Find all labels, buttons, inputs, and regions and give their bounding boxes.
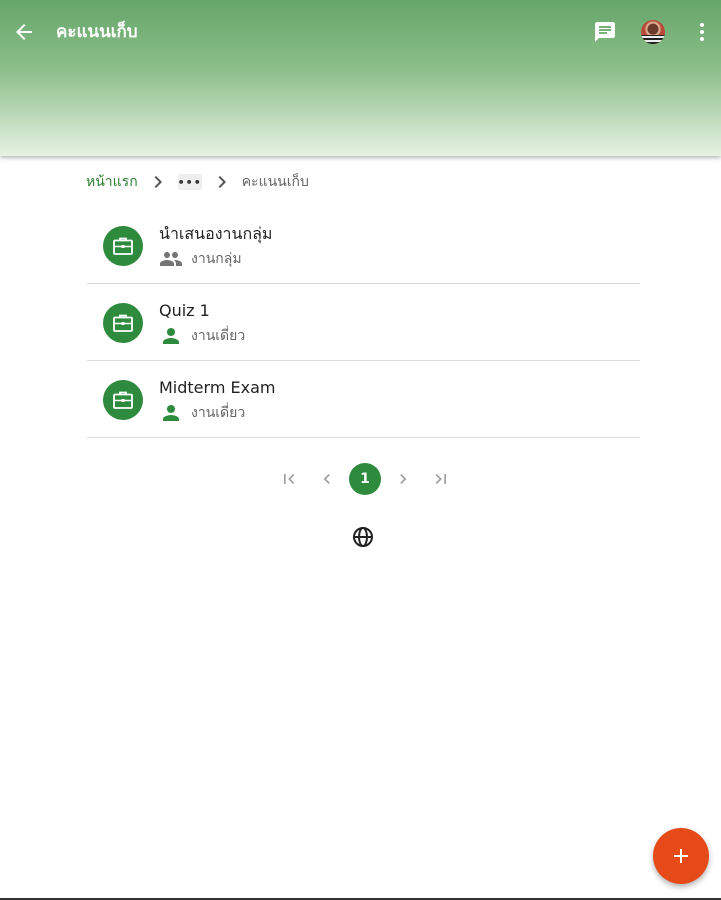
assignment-type: งานเดี่ยว [159, 324, 245, 348]
assignment-type: งานเดี่ยว [159, 401, 245, 425]
previous-page-button[interactable] [311, 463, 343, 495]
breadcrumb: หน้าแรก ••• คะแนนเก็บ [86, 170, 309, 194]
breadcrumb-home[interactable]: หน้าแรก [86, 171, 138, 193]
breadcrumb-ellipsis[interactable]: ••• [178, 174, 202, 190]
list-item[interactable]: Midterm Exam งานเดี่ยว [87, 361, 640, 438]
pagination: 1 [270, 463, 460, 495]
plus-icon [674, 849, 688, 863]
assignment-type: งานกลุ่ม [159, 247, 242, 271]
add-button[interactable] [653, 828, 709, 884]
chevron-right-icon [400, 474, 407, 484]
assignment-name: Quiz 1 [159, 301, 210, 320]
last-page-icon [435, 474, 446, 484]
list-item[interactable]: นำเสนองานกลุ่ม งานกลุ่ม [87, 207, 640, 284]
page-title: คะแนนเก็บ [56, 22, 138, 42]
chevron-left-icon [323, 474, 330, 484]
assignment-icon [103, 303, 143, 343]
assignment-type-label: งานกลุ่ม [191, 251, 242, 267]
avatar[interactable] [641, 20, 665, 44]
person-icon [163, 328, 179, 344]
last-page-button[interactable] [425, 463, 457, 495]
first-page-icon [284, 474, 295, 484]
person-icon [163, 405, 179, 421]
more-vert-icon[interactable] [690, 20, 714, 44]
first-page-button[interactable] [273, 463, 305, 495]
group-icon [160, 252, 182, 266]
assignment-name: นำเสนองานกลุ่ม [159, 224, 273, 243]
current-page-button[interactable]: 1 [349, 463, 381, 495]
assignment-list: นำเสนองานกลุ่ม งานกลุ่ม Quiz 1 งานเดี่ยว [87, 207, 640, 438]
app-bar: คะแนนเก็บ [0, 0, 721, 156]
list-item[interactable]: Quiz 1 งานเดี่ยว [87, 284, 640, 361]
breadcrumb-current: คะแนนเก็บ [241, 174, 309, 190]
chevron-right-icon [218, 176, 226, 188]
chevron-right-icon [154, 176, 162, 188]
assignment-icon [103, 226, 143, 266]
arrow-back-icon[interactable] [12, 20, 36, 44]
assignment-icon [103, 380, 143, 420]
assignment-type-label: งานเดี่ยว [191, 328, 246, 344]
next-page-button[interactable] [387, 463, 419, 495]
chat-icon[interactable] [593, 20, 617, 44]
assignment-type-label: งานเดี่ยว [191, 405, 246, 421]
globe-icon[interactable] [351, 525, 375, 549]
assignment-name: Midterm Exam [159, 378, 276, 397]
